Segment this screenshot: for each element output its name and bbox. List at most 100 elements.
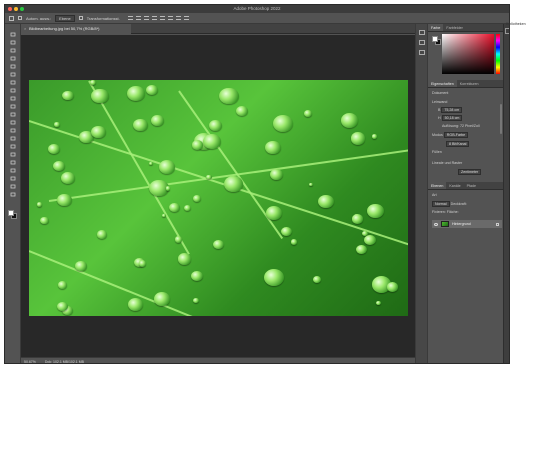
move-tool-preset-icon[interactable]: [9, 15, 14, 21]
eraser-tool-icon[interactable]: [9, 120, 17, 125]
water-droplet: [97, 229, 108, 239]
close-window-button[interactable]: [8, 7, 12, 11]
history-brush-tool-icon[interactable]: [9, 112, 17, 117]
water-droplet: [56, 301, 68, 312]
water-droplet: [318, 194, 335, 209]
checkbox-transform-controls[interactable]: [78, 16, 83, 20]
status-bar: 50,67% Dok: 102,1 MB/102,1 MB: [21, 357, 415, 363]
libraries-panel-collapsed[interactable]: [503, 24, 509, 363]
align-middle-icon[interactable]: [135, 16, 141, 20]
hue-slider[interactable]: [496, 34, 500, 74]
layer-dropdown[interactable]: Ebene: [55, 14, 75, 22]
tab-layers[interactable]: Ebenen: [428, 182, 447, 189]
frame-tool-icon[interactable]: [9, 72, 17, 77]
pen-tool-icon[interactable]: [9, 152, 17, 157]
auto-select-label: Autom. ausw.:: [26, 15, 52, 21]
zoom-window-button[interactable]: [20, 7, 24, 11]
align-buttons: [127, 16, 189, 20]
properties-scrollbar[interactable]: [500, 104, 502, 134]
hand-tool-icon[interactable]: [9, 184, 17, 189]
units-row: Zentimeter: [458, 169, 482, 175]
units-dropdown[interactable]: Zentimeter: [458, 169, 482, 175]
water-droplet: [303, 110, 312, 117]
water-droplet: [280, 227, 292, 237]
tab-color[interactable]: Farbe: [428, 24, 444, 31]
eyedropper-tool-icon[interactable]: [9, 80, 17, 85]
water-droplet: [145, 84, 158, 96]
tab-adjustments[interactable]: Korrekturen: [457, 80, 482, 87]
right-panels: Farbe Farbfelder Eigenschaften Korrektur…: [427, 24, 503, 363]
rulers-section: Lineale und Raster: [432, 161, 462, 165]
color-panel-foreground-swatch[interactable]: [432, 36, 438, 42]
water-droplet: [148, 161, 154, 166]
layer-filter-row: Art: [432, 193, 437, 197]
align-bottom-icon[interactable]: [143, 16, 149, 20]
path-select-tool-icon[interactable]: [9, 168, 17, 173]
gradient-tool-icon[interactable]: [9, 128, 17, 133]
water-droplet: [159, 159, 176, 174]
checkbox-auto-select[interactable]: [18, 16, 22, 20]
color-picker-field[interactable]: [442, 34, 494, 74]
water-droplet: [57, 193, 72, 206]
zoom-level[interactable]: 50,67%: [24, 360, 36, 363]
align-center-icon[interactable]: [159, 16, 165, 20]
width-field[interactable]: 75,28 cm: [441, 107, 463, 113]
clone-stamp-tool-icon[interactable]: [9, 104, 17, 109]
distribute-icon[interactable]: [175, 16, 181, 20]
lasso-tool-icon[interactable]: [9, 48, 17, 53]
blur-tool-icon[interactable]: [9, 136, 17, 141]
history-icon[interactable]: [419, 30, 425, 35]
blend-row: Normal Deckkraft:: [432, 201, 467, 207]
document-image[interactable]: [29, 80, 408, 316]
layer-filter-label[interactable]: Art: [432, 193, 437, 197]
document-section-label: Dokument: [432, 91, 449, 95]
libraries-label[interactable]: Bibliotheken: [506, 22, 526, 26]
dodge-tool-icon[interactable]: [9, 144, 17, 149]
water-droplet: [52, 161, 65, 172]
blend-mode-dropdown[interactable]: Normal: [432, 201, 450, 207]
canvas-section: Leinwand: [432, 100, 447, 104]
water-droplet: [371, 134, 377, 139]
water-droplet: [174, 236, 183, 243]
layer-row-background[interactable]: Hintergrund: [432, 220, 502, 228]
height-field[interactable]: 50,18 cm: [441, 115, 463, 121]
artboard-tool-icon[interactable]: [9, 40, 17, 45]
tab-channels[interactable]: Kanäle: [446, 182, 463, 189]
water-droplet: [270, 169, 284, 181]
healing-brush-tool-icon[interactable]: [9, 88, 17, 93]
mode-row: Modus RGB-Farbe: [432, 132, 469, 138]
move-tool-icon[interactable]: [9, 32, 17, 37]
eye-icon[interactable]: [434, 222, 438, 226]
align-left-icon[interactable]: [151, 16, 157, 20]
water-droplet: [54, 122, 60, 127]
layer-name[interactable]: Hintergrund: [452, 222, 471, 226]
quick-select-tool-icon[interactable]: [9, 56, 17, 61]
foreground-color-swatch[interactable]: [8, 210, 14, 216]
libraries-icon[interactable]: [419, 40, 425, 45]
crop-tool-icon[interactable]: [9, 64, 17, 69]
brush-tool-icon[interactable]: [9, 96, 17, 101]
align-top-icon[interactable]: [127, 16, 133, 20]
water-droplet: [153, 292, 170, 306]
water-droplet: [264, 269, 284, 286]
water-droplet: [39, 216, 49, 225]
align-right-icon[interactable]: [167, 16, 173, 20]
libraries-icon[interactable]: [505, 28, 509, 34]
width-row: B 75,28 cm: [438, 107, 463, 113]
type-tool-icon[interactable]: [9, 160, 17, 165]
mode-dropdown[interactable]: RGB-Farbe: [443, 132, 469, 138]
tab-properties[interactable]: Eigenschaften: [428, 80, 457, 87]
adjustments-icon[interactable]: [419, 50, 425, 55]
water-droplet: [192, 195, 201, 203]
tab-paths[interactable]: Pfade: [464, 182, 479, 189]
close-tab-icon[interactable]: ×: [24, 24, 26, 34]
rectangle-tool-icon[interactable]: [9, 176, 17, 181]
zoom-tool-icon[interactable]: [9, 192, 17, 197]
tab-swatches[interactable]: Farbfelder: [443, 24, 465, 31]
water-droplet: [340, 113, 359, 128]
depth-dropdown[interactable]: 8 Bit/Kanal: [446, 141, 470, 147]
canvas-area[interactable]: [21, 35, 415, 357]
more-options-icon[interactable]: [183, 16, 189, 20]
document-tab[interactable]: × Bildbearbeitung.jpg bei 50,7% (RGB/8*): [21, 24, 131, 34]
minimize-window-button[interactable]: [14, 7, 18, 11]
